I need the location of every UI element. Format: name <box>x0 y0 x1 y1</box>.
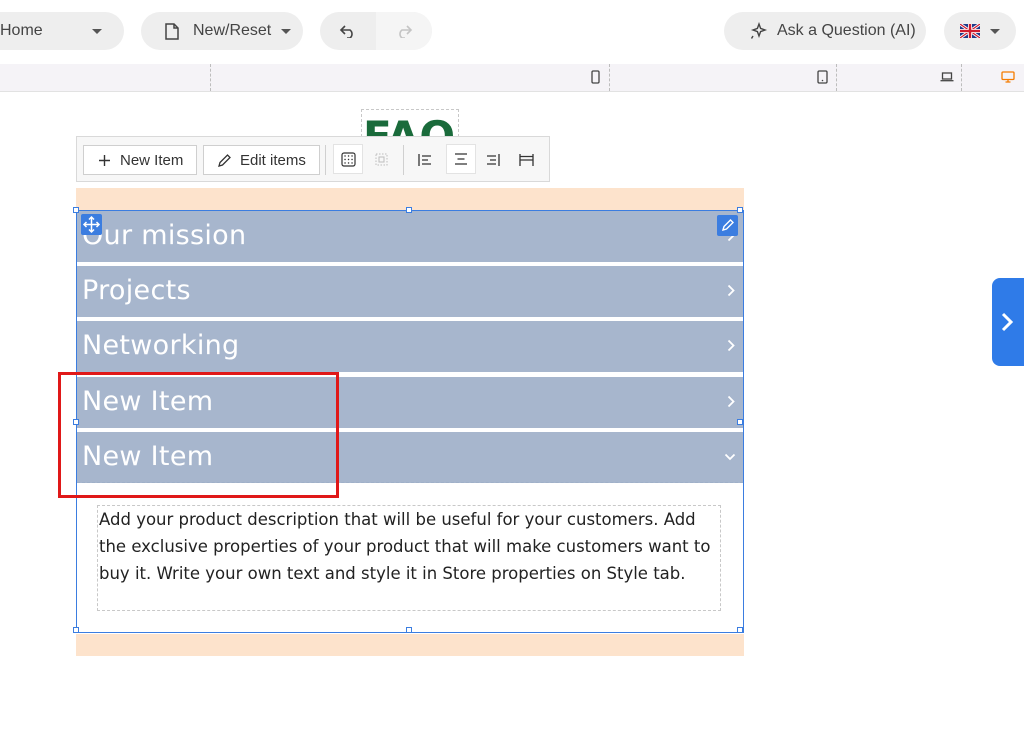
chevron-down-icon <box>92 29 102 34</box>
pencil-icon <box>721 219 734 232</box>
resize-handle[interactable] <box>737 627 743 633</box>
redo-button[interactable] <box>376 12 432 50</box>
page-title[interactable]: FAQ <box>361 109 459 137</box>
move-handle[interactable] <box>81 214 102 235</box>
home-label: Home <box>0 22 43 39</box>
undo-button[interactable] <box>320 12 376 50</box>
mobile-icon[interactable] <box>591 70 600 84</box>
top-toolbar: Home New/Reset Ask a Question (AI) <box>0 0 1024 64</box>
faq-heading: FAQ <box>363 112 456 137</box>
highlight-box <box>58 372 339 498</box>
align-right-icon[interactable] <box>486 153 500 167</box>
document-icon <box>165 22 179 40</box>
new-reset-label: New/Reset <box>193 22 272 39</box>
ask-question-button[interactable]: Ask a Question (AI) <box>724 12 926 50</box>
resize-handle[interactable] <box>737 419 743 425</box>
laptop-icon[interactable] <box>940 72 954 82</box>
ruler-divider <box>961 64 962 91</box>
ruler-divider <box>210 64 211 91</box>
grid-icon <box>341 152 356 167</box>
plus-icon <box>99 154 110 166</box>
redo-icon <box>399 25 413 38</box>
home-dropdown[interactable]: Home <box>0 12 124 50</box>
align-left-icon[interactable] <box>418 153 432 167</box>
toolbar-divider <box>325 145 326 175</box>
edit-block-button[interactable] <box>717 215 738 236</box>
ask-question-label: Ask a Question (AI) <box>777 22 916 39</box>
new-item-label: New Item <box>120 151 184 169</box>
uk-flag-icon <box>960 24 980 38</box>
undo-icon <box>339 25 353 38</box>
grid-button[interactable] <box>333 144 363 174</box>
desktop-icon[interactable] <box>1001 71 1015 83</box>
device-ruler <box>0 64 1024 92</box>
ruler-divider <box>836 64 837 91</box>
resize-handle[interactable] <box>73 627 79 633</box>
undo-redo-group <box>320 12 432 50</box>
sparkle-icon <box>750 22 768 39</box>
chevron-right-icon <box>1001 312 1014 332</box>
toolbar-divider <box>403 145 404 175</box>
edit-items-label: Edit items <box>240 151 306 169</box>
pencil-icon <box>218 153 231 167</box>
stretch-icon[interactable] <box>519 153 534 167</box>
block-toolbar: New Item Edit items <box>76 136 550 182</box>
resize-handle[interactable] <box>406 207 412 213</box>
resize-handle[interactable] <box>737 207 743 213</box>
new-reset-dropdown[interactable]: New/Reset <box>141 12 303 50</box>
side-panel-toggle[interactable] <box>992 278 1024 366</box>
resize-handle[interactable] <box>73 207 79 213</box>
tablet-icon[interactable] <box>817 70 828 84</box>
align-center-icon <box>455 153 467 165</box>
language-selector[interactable] <box>944 12 1016 50</box>
align-center-button[interactable] <box>446 144 476 174</box>
move-icon <box>82 215 101 234</box>
chevron-down-icon <box>281 28 292 34</box>
resize-handle[interactable] <box>406 627 412 633</box>
edit-items-button[interactable]: Edit items <box>203 145 320 175</box>
new-item-button[interactable]: New Item <box>83 145 197 175</box>
chevron-down-icon <box>990 28 1000 34</box>
ruler-divider <box>609 64 610 91</box>
ungroup-icon[interactable] <box>375 153 388 166</box>
